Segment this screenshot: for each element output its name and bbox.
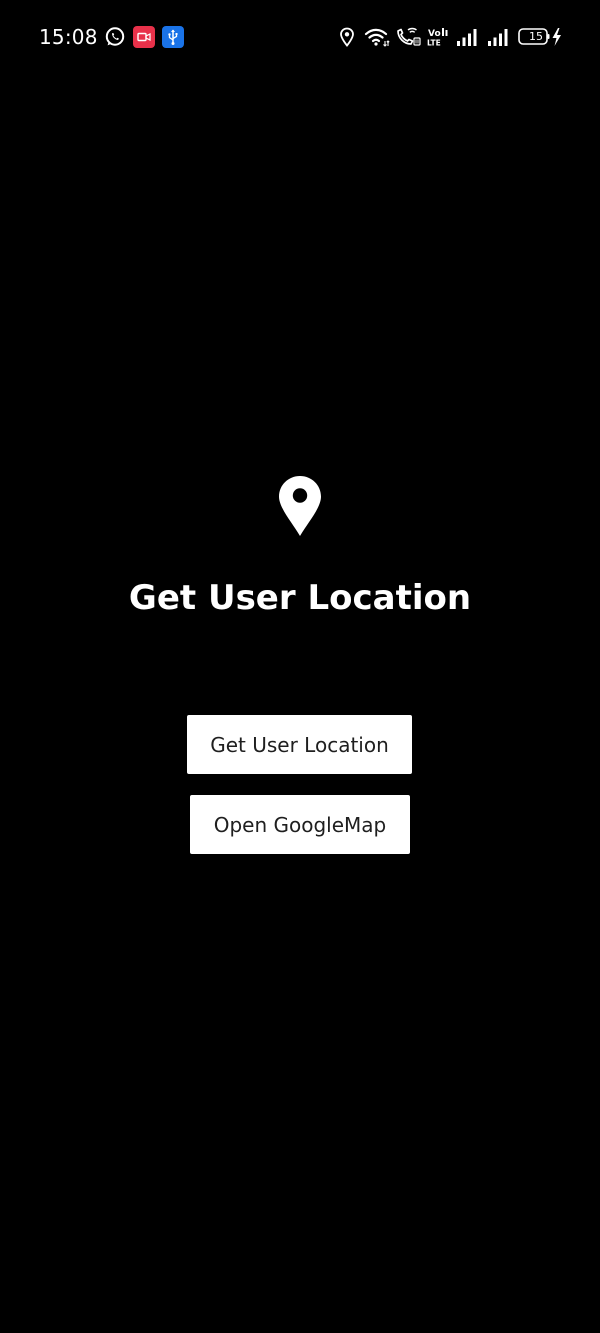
signal-icon [457,29,477,46]
page-title: Get User Location [128,578,472,618]
battery-level: 15 [529,30,543,43]
svg-text:LTE: LTE [427,39,441,48]
screen-recorder-icon [133,26,155,48]
location-icon [340,27,354,47]
get-user-location-button[interactable]: Get User Location [187,715,412,774]
wifi-icon [364,28,390,47]
app-screen: 15:08 Vo LTE 15 Get User Location Get Us… [0,0,600,1333]
map-pin-icon [279,476,321,536]
wifi-calling-icon [397,27,421,46]
open-google-map-button[interactable]: Open GoogleMap [190,795,410,854]
signal-icon [488,29,508,46]
volte-icon: Vo LTE [427,28,448,48]
status-time: 15:08 [39,25,98,49]
svg-text:Vo: Vo [428,29,441,39]
charging-icon [552,28,561,46]
usb-icon [162,26,184,48]
status-bar: 15:08 Vo LTE 15 [0,0,600,72]
whatsapp-icon [105,27,125,46]
